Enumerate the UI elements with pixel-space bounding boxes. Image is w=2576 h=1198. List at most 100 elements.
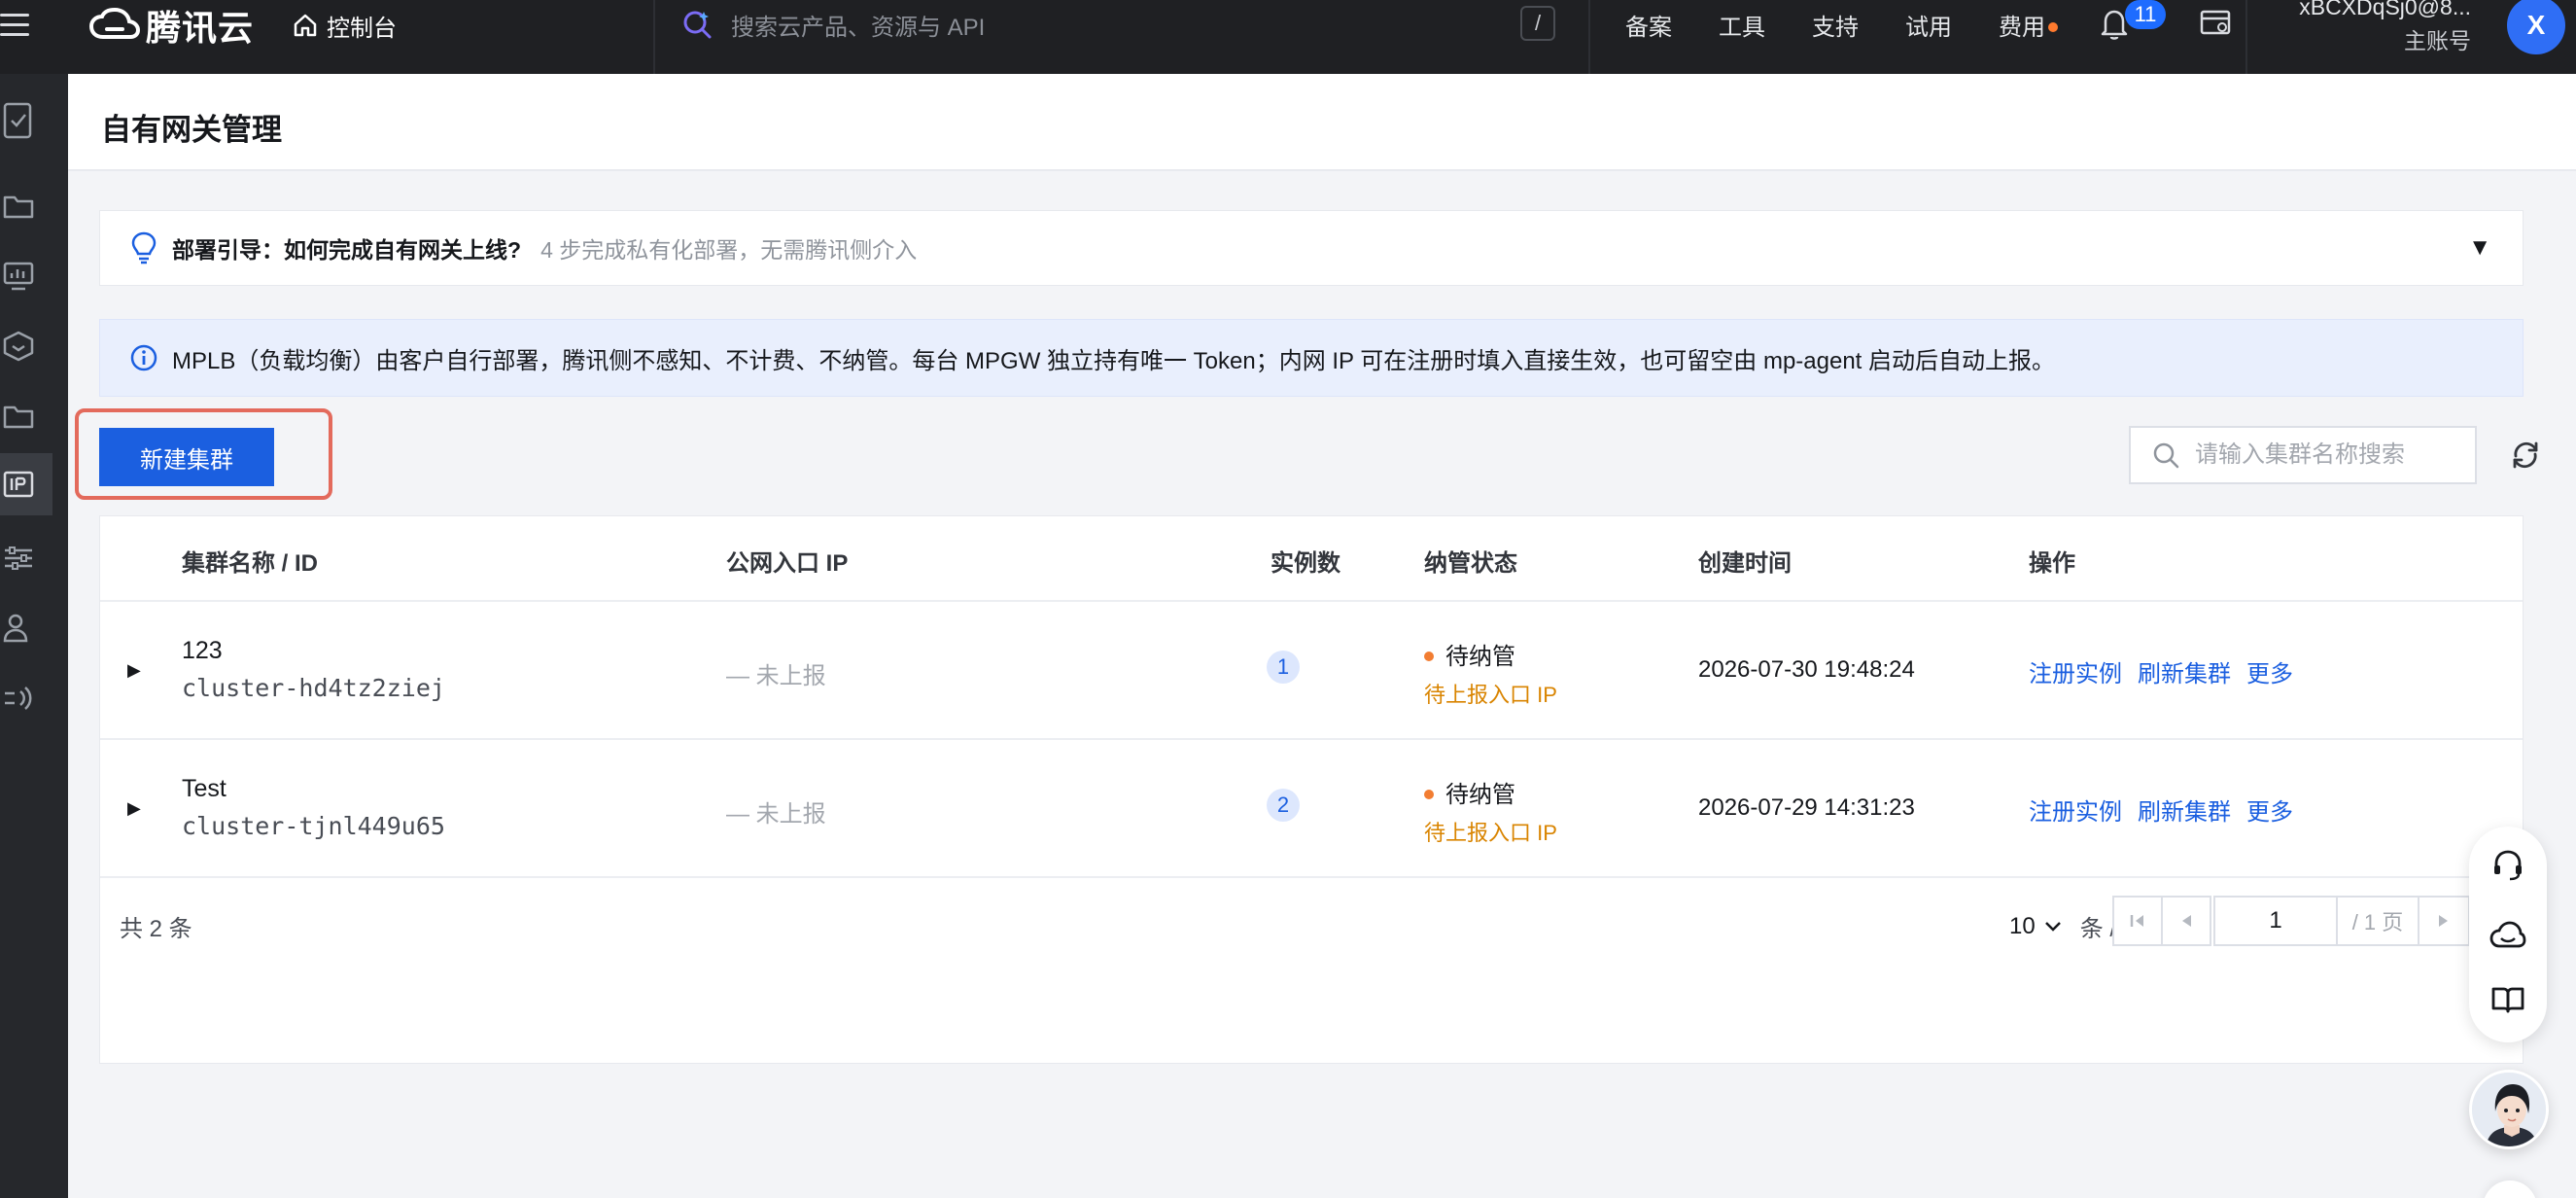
status-badge: 待纳管 [1424,637,1515,671]
page-number-input[interactable]: 1 [2213,896,2338,946]
row-actions: 注册实例 刷新集群 更多 [2029,793,2293,827]
floating-toolbar [2469,827,2547,1042]
sidebar-item-users[interactable] [0,597,52,659]
caret-down-icon[interactable]: ▼ [2468,234,2491,262]
cluster-table: 集群名称 / ID 公网入口 IP 实例数 纳管状态 创建时间 操作 ▶ 123… [99,515,2524,1064]
docs-book-icon[interactable] [2489,980,2527,1019]
ip-gateway-icon [3,471,34,498]
cluster-search-input[interactable] [2195,441,2457,469]
search-icon [2153,442,2179,469]
expand-row-icon[interactable]: ▶ [127,798,141,819]
cluster-id: cluster-tjnl449u65 [182,812,445,840]
nav-trial[interactable]: 试用 [1905,8,1952,42]
register-instance-link[interactable]: 注册实例 [2029,654,2122,688]
next-page-button[interactable] [2419,896,2470,946]
cloud-assistant-icon[interactable] [2489,916,2527,955]
created-time: 2026-07-29 14:31:23 [1698,794,1915,821]
nav-billing-label: 费用 [1999,15,2045,41]
global-search[interactable]: 搜索云产品、资源与 API [680,0,985,49]
account-info[interactable]: xBCXDqSj0@8... 主账号 [2286,0,2471,55]
sidebar-item-gateway[interactable] [0,453,52,515]
console-label: 控制台 [327,15,397,42]
user-avatar[interactable]: X [2507,0,2565,54]
register-instance-link[interactable]: 注册实例 [2029,793,2122,827]
refresh-icon[interactable] [2506,436,2545,475]
sidebar-item-monitor[interactable] [0,245,52,307]
topbar-divider [2245,0,2247,74]
first-page-icon [2130,915,2143,927]
deployment-guide-collapse[interactable]: 部署引导：如何完成自有网关上线? 4 步完成私有化部署，无需腾讯侧介入 ▼ [99,210,2524,286]
refresh-cluster-link[interactable]: 刷新集群 [2138,793,2231,827]
main-content: 自有网关管理 部署引导：如何完成自有网关上线? 4 步完成私有化部署，无需腾讯侧… [68,74,2576,1198]
hamburger-menu-icon[interactable] [0,12,35,60]
global-search-placeholder: 搜索云产品、资源与 API [731,14,986,41]
row-actions: 注册实例 刷新集群 更多 [2029,654,2293,688]
expand-row-icon[interactable]: ▶ [127,660,141,681]
sidebar-item-broadcast[interactable] [0,667,52,729]
account-name: xBCXDqSj0@8... [2299,0,2471,19]
sidebar-item-deploy[interactable] [0,315,52,377]
cluster-search-box[interactable] [2129,426,2477,484]
status-label: 待纳管 [1445,644,1515,670]
prev-page-button[interactable] [2161,896,2211,946]
create-cluster-button[interactable]: 新建集群 [99,428,274,486]
top-navigation-bar: 腾讯云 控制台 搜索云产品、资源与 API / 备案 工具 支持 试用 费用 1… [0,0,2576,74]
cloud-logo-icon [89,8,140,39]
status-badge: 待纳管 [1424,775,1515,809]
user-settings-icon [3,614,28,643]
instance-count-badge[interactable]: 2 [1267,789,1300,822]
chevron-down-icon [2044,921,2061,932]
table-row: ▶ Test cluster-tjnl449u65 — 未上报 2 待纳管 待上… [100,740,2523,878]
nav-support[interactable]: 支持 [1812,8,1859,42]
cluster-name: 123 [182,637,223,664]
customer-service-icon[interactable] [2489,846,2527,885]
info-text: MPLB（负载均衡）由客户自行部署，腾讯侧不感知、不计费、不纳管。每台 MPGW… [172,347,2056,374]
console-home-link[interactable]: 控制台 [292,6,397,45]
monitor-chart-icon [3,262,34,291]
nav-tools[interactable]: 工具 [1719,8,1765,42]
topbar-divider [1588,0,1590,74]
layers-icon [3,331,34,362]
brand-name: 腾讯云 [146,8,255,48]
folder-open-icon [3,405,34,429]
prev-page-icon [2182,915,2191,927]
refresh-cluster-link[interactable]: 刷新集群 [2138,654,2231,688]
col-header-created: 创建时间 [1698,550,1792,577]
instance-count-badge[interactable]: 1 [1267,651,1300,684]
page-header: 自有网关管理 [68,74,2576,171]
col-header-actions: 操作 [2029,550,2075,577]
account-role: 主账号 [2404,28,2471,53]
ai-assistant-avatar[interactable] [2469,1070,2549,1149]
info-icon [130,344,157,371]
total-pages: / 1 页 [2338,896,2419,946]
home-icon [294,14,317,37]
folder-icon [3,195,34,219]
ai-search-icon [683,11,712,39]
sidebar-item-settings[interactable] [0,527,52,589]
col-header-name: 集群名称 / ID [182,550,319,577]
status-label: 待纳管 [1445,782,1515,808]
sliders-icon [5,546,32,570]
info-alert: MPLB（负载均衡）由客户自行部署，腾讯侧不感知、不计费、不纳管。每台 MPGW… [99,319,2524,397]
col-header-status: 纳管状态 [1424,550,1517,577]
status-detail: 待上报入口 IP [1424,683,1557,707]
more-actions-link[interactable]: 更多 [2246,654,2293,688]
sidebar-item-storage[interactable] [0,385,52,447]
sidebar-item-folder[interactable] [0,175,52,237]
brand-logo[interactable]: 腾讯云 [89,4,254,48]
nav-beian[interactable]: 备案 [1625,8,1672,42]
more-actions-link[interactable]: 更多 [2246,793,2293,827]
status-dot [1424,789,1434,799]
public-ip-value: — 未上报 [726,663,826,689]
status-dot [1424,651,1434,661]
created-time: 2026-07-30 19:48:24 [1698,656,1915,683]
nav-billing[interactable]: 费用 [1999,8,2058,42]
ticket-icon[interactable] [2199,8,2232,44]
shield-check-icon [3,102,32,139]
first-page-button[interactable] [2112,896,2163,946]
col-header-public-ip: 公网入口 IP [726,550,849,577]
page-title: 自有网关管理 [101,113,282,147]
lightbulb-icon [131,231,157,264]
sidebar-item-overview[interactable] [0,89,52,152]
guide-subtitle: 4 步完成私有化部署，无需腾讯侧介入 [540,237,918,263]
